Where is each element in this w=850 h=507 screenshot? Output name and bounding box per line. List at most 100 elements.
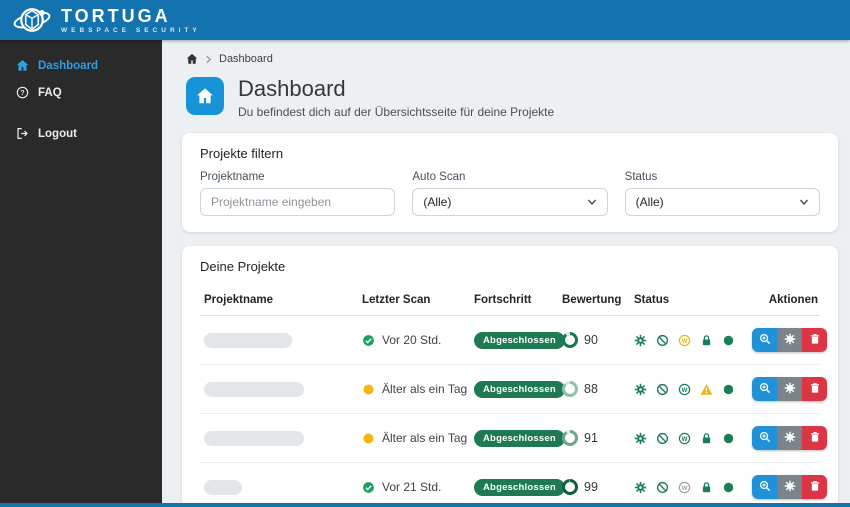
trash-button[interactable]	[802, 475, 827, 499]
status-lock-icon	[700, 432, 713, 445]
window-edge	[0, 503, 850, 507]
column-header: Fortschritt	[474, 294, 532, 306]
page-header: Dashboard Du befindest dich auf der Über…	[162, 69, 850, 119]
table-row: Vor 21 Std. Abgeschlossen 99 W	[200, 463, 827, 503]
status-wordpress-icon: W	[678, 383, 691, 396]
sidebar-item-label: Dashboard	[38, 59, 99, 72]
sidebar-item-label: Logout	[38, 127, 77, 140]
status-ban-icon	[656, 334, 669, 347]
status-select[interactable]: (Alle)	[624, 188, 820, 216]
sidebar-item-dashboard[interactable]: Dashboard	[0, 52, 162, 79]
home-icon	[16, 59, 29, 72]
last-scan-text: Vor 20 Std.	[382, 333, 442, 347]
question-icon: ?	[16, 86, 29, 99]
page-subtitle: Du befindest dich auf der Übersichtsseit…	[238, 105, 555, 119]
trash-button[interactable]	[802, 328, 827, 352]
brand-name: TORTUGA	[61, 5, 171, 26]
status-ban-icon	[656, 432, 669, 445]
gear-icon	[784, 333, 796, 348]
trash-icon	[809, 333, 821, 348]
trash-icon	[809, 382, 821, 397]
projektname-label: Projektname	[200, 171, 265, 183]
progress-badge: Abgeschlossen	[474, 380, 565, 398]
row-actions	[752, 377, 827, 401]
score-value: 90	[584, 333, 598, 347]
zoom-button[interactable]	[752, 377, 777, 401]
progress-badge: Abgeschlossen	[474, 478, 565, 496]
trash-button[interactable]	[802, 426, 827, 450]
score-ring	[562, 332, 578, 348]
svg-text:W: W	[682, 386, 688, 393]
project-name-redacted	[204, 381, 304, 397]
gear-icon	[784, 431, 796, 446]
auto-scan-select[interactable]: (Alle)	[412, 188, 608, 216]
gear-icon	[784, 480, 796, 495]
sidebar: Dashboard ? FAQ Logout	[0, 40, 162, 503]
status-dot-icon	[722, 432, 735, 445]
chevron-right-icon	[204, 55, 213, 64]
status-gear-icon	[634, 481, 647, 494]
table-header: Projektname Letzter Scan Fortschritt Bewert…	[200, 284, 820, 316]
chevron-down-icon	[799, 197, 809, 207]
column-header: Letzter Scan	[362, 294, 431, 306]
status-label: Status	[624, 171, 658, 183]
turtle-logo-icon	[13, 8, 51, 32]
status-wordpress-icon: W	[678, 334, 691, 347]
breadcrumb-current[interactable]: Dashboard	[219, 53, 273, 65]
zoom-button[interactable]	[752, 426, 777, 450]
status-wordpress-icon: W	[678, 481, 691, 494]
breadcrumb: Dashboard	[162, 40, 850, 69]
zoom-icon	[759, 480, 771, 495]
gear-button[interactable]	[777, 426, 802, 450]
pending-circle-icon	[362, 383, 375, 396]
brand-logo[interactable]: TORTUGA WEBSPACE SECURITY	[12, 3, 201, 37]
last-scan-text: Vor 21 Std.	[382, 480, 442, 494]
status-wordpress-icon: W	[678, 432, 691, 445]
app-header: TORTUGA WEBSPACE SECURITY	[0, 0, 850, 40]
gear-button[interactable]	[777, 377, 802, 401]
row-actions	[752, 328, 827, 352]
sidebar-item-logout[interactable]: Logout	[0, 120, 162, 147]
svg-text:W: W	[682, 435, 688, 442]
trash-button[interactable]	[802, 377, 827, 401]
row-actions	[752, 426, 827, 450]
projektname-input[interactable]	[200, 188, 396, 216]
column-header: Bewertung	[562, 294, 622, 306]
chevron-down-icon	[587, 197, 597, 207]
project-name-redacted	[204, 430, 304, 446]
status-ban-icon	[656, 383, 669, 396]
score-ring	[562, 381, 578, 397]
status-gear-icon	[634, 432, 647, 445]
projects-card-title: Deine Projekte	[200, 259, 286, 274]
project-name-redacted	[204, 332, 292, 348]
brand-tagline: WEBSPACE SECURITY	[61, 26, 201, 34]
zoom-button[interactable]	[752, 328, 777, 352]
gear-button[interactable]	[777, 475, 802, 499]
dashboard-home-icon	[186, 77, 224, 115]
check-circle-icon	[362, 334, 375, 347]
status-gear-icon	[634, 383, 647, 396]
status-lock-icon	[700, 334, 713, 347]
logout-icon	[16, 127, 29, 140]
gear-button[interactable]	[777, 328, 802, 352]
svg-text:W: W	[682, 484, 688, 491]
status-dot-icon	[722, 334, 735, 347]
status-dot-icon	[722, 383, 735, 396]
sidebar-item-faq[interactable]: ? FAQ	[0, 79, 162, 106]
svg-text:W: W	[682, 337, 688, 344]
status-lock-icon	[700, 481, 713, 494]
check-circle-icon	[362, 481, 375, 494]
progress-badge: Abgeschlossen	[474, 331, 565, 349]
trash-icon	[809, 431, 821, 446]
zoom-button[interactable]	[752, 475, 777, 499]
home-icon[interactable]	[186, 53, 198, 65]
project-name-redacted	[204, 479, 242, 495]
status-gear-icon	[634, 334, 647, 347]
trash-icon	[809, 480, 821, 495]
score-value: 91	[584, 431, 598, 445]
svg-text:?: ?	[20, 90, 24, 97]
last-scan-text: Älter als ein Tag	[382, 382, 468, 396]
filter-card-title: Projekte filtern	[200, 146, 284, 161]
score-value: 99	[584, 480, 598, 494]
score-ring	[562, 479, 578, 495]
